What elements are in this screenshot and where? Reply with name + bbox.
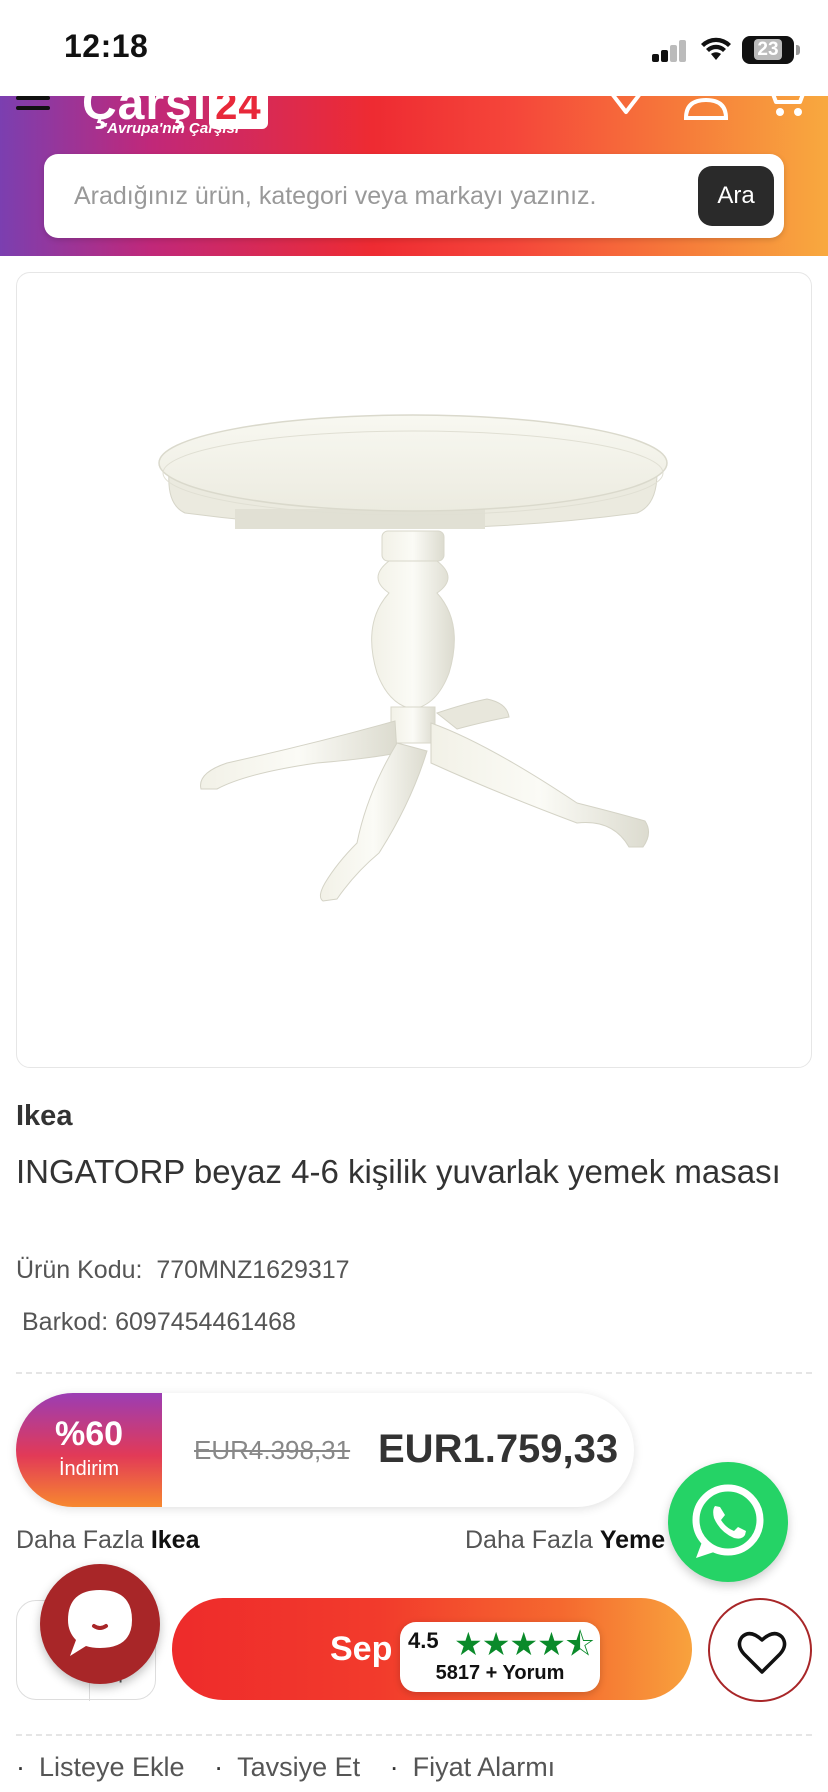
price-box: %60 İndirim EUR4.398,31 EUR1.759,33 [16,1393,634,1507]
add-to-favorites-button[interactable] [708,1598,812,1702]
more-category-name: Yeme [599,1526,666,1554]
cellular-signal-icon [652,40,688,62]
product-image-card[interactable] [16,272,812,1068]
product-image-round-table [158,414,668,902]
whatsapp-button[interactable] [668,1462,788,1582]
section-divider [16,1372,812,1374]
recommend-link[interactable]: Tavsiye Et [237,1752,360,1782]
more-brand-prefix: Daha Fazla [16,1526,144,1554]
current-price: EUR1.759,33 [378,1427,619,1471]
price-alert-link[interactable]: Fiyat Alarmı [413,1752,556,1782]
product-title: INGATORP beyaz 4-6 kişilik yuvarlak yeme… [16,1153,781,1190]
search-input[interactable] [74,154,694,238]
chat-bubble-icon [68,1590,132,1656]
add-to-list-link[interactable]: Listeye Ekle [39,1752,185,1782]
heart-icon [737,1631,787,1674]
discount-badge: %60 İndirim [16,1393,162,1507]
product-code-row: Ürün Kodu: 770MNZ1629317 [16,1256,350,1285]
review-count: 5817 + Yorum [435,1662,565,1684]
old-price: EUR4.398,31 [194,1435,351,1465]
live-chat-button[interactable] [40,1564,160,1684]
discount-percent: %60 [54,1415,124,1453]
shopping-cart-icon[interactable] [766,96,814,120]
tagline: "Avrupa'nın Çarşısı" [100,120,247,137]
whatsapp-icon [692,1484,764,1558]
user-account-icon[interactable] [682,96,730,120]
menu-icon[interactable] [16,96,50,114]
rating-score: 4.5 [408,1628,439,1653]
header-banner: Çarşı 24 "Avrupa'nın Çarşısı" Ara [0,96,828,256]
search-box: Ara [44,154,784,238]
product-brand[interactable]: Ikea [16,1100,72,1133]
status-bar: 12:18 23 [0,0,828,96]
status-time: 12:18 [64,28,149,64]
favorites-heart-icon[interactable] [602,96,650,120]
product-code-value: 770MNZ1629317 [156,1256,350,1284]
battery-icon: 23 [742,36,800,64]
more-brand-name: Ikea [150,1526,200,1554]
search-button[interactable]: Ara [698,166,774,226]
more-category-prefix: Daha Fazla [465,1526,593,1554]
barcode-value: 6097454461468 [115,1308,296,1336]
more-from-category-link[interactable]: Daha Fazla Yeme [465,1526,665,1555]
rating-widget[interactable]: 4.5 ★★★★⯪ 5817 + Yorum [400,1622,600,1692]
discount-label: İndirim [58,1458,119,1480]
product-code-label: Ürün Kodu: [16,1256,143,1284]
section-divider [16,1734,812,1736]
battery-level: 23 [754,39,782,60]
wifi-icon [701,37,731,60]
product-actions-row: · Listeye Ekle · Tavsiye Et · Fiyat Alarmı [16,1752,556,1782]
barcode-label: Barkod: [22,1308,109,1336]
more-from-brand-link[interactable]: Daha Fazla Ikea [16,1526,199,1555]
barcode-row: Barkod: 6097454461468 [22,1308,296,1337]
